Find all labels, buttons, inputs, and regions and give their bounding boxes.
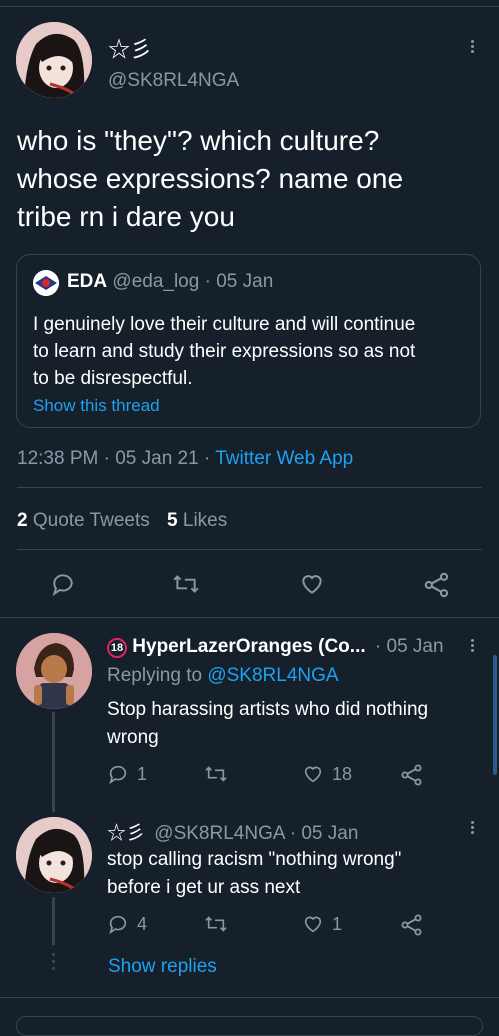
tweet-stats: 2 Quote Tweets 5 Likes (17, 510, 227, 532)
reply-menu-icon[interactable] (469, 819, 475, 836)
reply-like-button[interactable]: 1 (302, 913, 342, 935)
next-card-edge (16, 1016, 483, 1036)
author-display-name[interactable]: ☆彡 (108, 32, 152, 64)
like-count: 1 (332, 913, 343, 934)
thread-line (52, 712, 55, 812)
like-icon (304, 766, 322, 783)
quoted-date: · 05 Jan (204, 271, 274, 292)
quoted-text: I genuinely love their culture and will … (33, 311, 415, 392)
like-icon[interactable] (299, 571, 325, 602)
avatar-image (16, 22, 92, 98)
reply-avatar[interactable] (16, 633, 92, 709)
likes-label: Likes (182, 510, 228, 531)
tweet-timestamp: 12:38 PM · 05 Jan 21 · (17, 448, 211, 469)
stats-divider-bottom (17, 549, 482, 550)
tweet-text: who is "they"? which culture? whose expr… (17, 122, 403, 236)
replying-to-handle[interactable]: @SK8RL4NGA (207, 665, 338, 686)
retweet-icon (205, 916, 227, 932)
reply-date: · 05 Jan (374, 636, 444, 657)
tweet-source-link[interactable]: Twitter Web App (215, 448, 353, 469)
quoted-avatar (33, 270, 59, 296)
reply-text: stop calling racism "nothing wrong" befo… (107, 846, 401, 902)
scrollbar[interactable] (493, 655, 497, 775)
avatar-image (16, 817, 92, 893)
reply-reply-button[interactable]: 1 (107, 763, 147, 785)
more-replies-dots (52, 953, 55, 973)
age-restricted-badge: 18 (107, 638, 127, 658)
reply-text-line: stop calling racism "nothing wrong" (107, 849, 402, 870)
quoted-text-line: I genuinely love their culture and will … (33, 314, 416, 335)
replying-to: Replying to @SK8RL4NGA (107, 665, 339, 687)
like-count: 5 (167, 510, 178, 531)
replies-divider (0, 617, 499, 618)
quoted-header: EDA @eda_log · 05 Jan (67, 271, 273, 293)
top-divider (0, 6, 499, 7)
tweet-text-line: who is "they"? which culture? (17, 125, 380, 156)
reply-handle-date[interactable]: @SK8RL4NGA · 05 Jan (154, 823, 358, 844)
replying-to-label: Replying to (107, 665, 203, 686)
share-icon (401, 764, 422, 786)
share-icon (401, 914, 422, 936)
thread-line (52, 897, 55, 945)
reply-share-button[interactable] (400, 913, 424, 937)
reply-header: ☆彡 @SK8RL4NGA · 05 Jan (107, 818, 358, 845)
avatar-image (16, 633, 92, 709)
quote-tweets-stat[interactable]: 2 Quote Tweets (17, 510, 150, 531)
quoted-name[interactable]: EDA (67, 271, 107, 292)
reply-avatar[interactable] (16, 817, 92, 893)
reply-count: 4 (137, 913, 148, 934)
retweet-icon (205, 766, 227, 782)
reply-author-name[interactable]: HyperLazerOranges (Co... (132, 636, 365, 657)
quoted-tweet-card[interactable]: EDA @eda_log · 05 Jan I genuinely love t… (16, 254, 481, 428)
reply-text: Stop harassing artists who did nothing w… (107, 696, 428, 752)
quoted-handle[interactable]: @eda_log (112, 271, 199, 292)
author-handle[interactable]: @SK8RL4NGA (108, 70, 239, 92)
quoted-text-line: to learn and study their expressions so … (33, 341, 416, 362)
reply-text-line: Stop harassing artists who did nothing (107, 699, 429, 720)
reply-text-line: before i get ur ass next (107, 877, 301, 898)
quoted-logo-icon (33, 270, 59, 296)
reply-menu-icon[interactable] (469, 637, 475, 654)
reply-header: 18 HyperLazerOranges (Co... · 05 Jan (107, 636, 444, 658)
reply-reply-button[interactable]: 4 (107, 913, 147, 935)
reply-share-button[interactable] (400, 763, 424, 787)
quoted-text-line: to be disrespectful. (33, 368, 193, 389)
reply-icon (109, 915, 127, 935)
author-avatar[interactable] (16, 22, 92, 98)
bottom-divider (0, 997, 499, 998)
tweet-text-line: tribe rn i dare you (17, 201, 235, 232)
reply-retweet-button[interactable] (204, 763, 228, 785)
reply-icon (109, 765, 127, 785)
retweet-icon[interactable] (172, 571, 200, 602)
reply-text-line: wrong (107, 727, 159, 748)
reply-icon[interactable] (50, 571, 76, 602)
tweet-text-line: whose expressions? name one (17, 163, 404, 194)
likes-stat[interactable]: 5 Likes (167, 510, 227, 531)
quote-label: Quote Tweets (32, 510, 150, 531)
tweet-menu-icon[interactable] (469, 38, 475, 55)
reply-retweet-button[interactable] (204, 913, 228, 935)
share-icon[interactable] (423, 571, 451, 604)
reply-author-name[interactable]: ☆彡 (107, 823, 145, 844)
like-icon (304, 916, 322, 933)
reply-count: 1 (137, 763, 148, 784)
show-this-thread-link[interactable]: Show this thread (33, 396, 160, 416)
show-replies-link[interactable]: Show replies (108, 956, 217, 978)
quote-count: 2 (17, 510, 28, 531)
reply-like-button[interactable]: 18 (302, 763, 352, 785)
like-count: 18 (332, 763, 353, 784)
tweet-meta: 12:38 PM · 05 Jan 21 · Twitter Web App (17, 448, 353, 470)
stats-divider-top (17, 487, 482, 488)
